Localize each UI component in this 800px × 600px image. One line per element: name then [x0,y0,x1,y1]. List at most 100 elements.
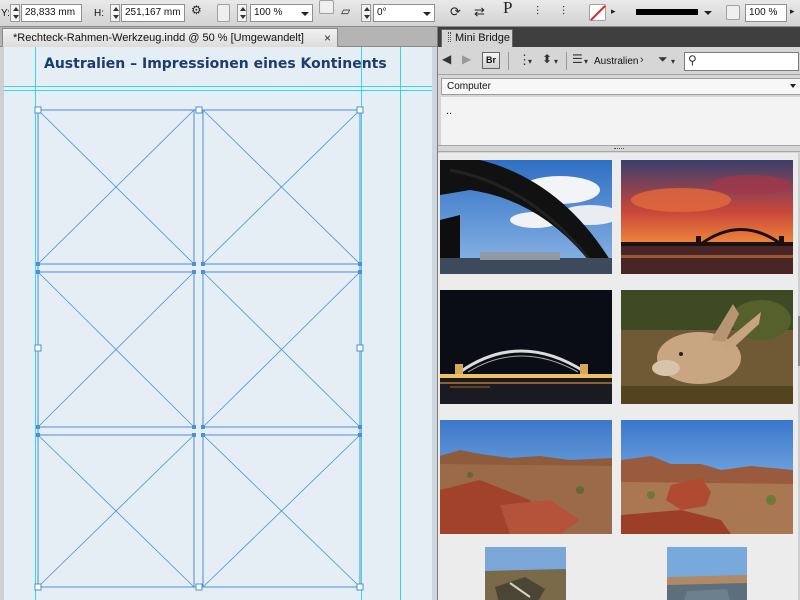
back-arrow-icon[interactable]: ◀ [442,52,451,70]
frame-corner-point [36,262,40,266]
chevron-down-icon[interactable]: ▾ [554,57,558,75]
h-label: H: [94,8,104,19]
selection-handle[interactable] [34,583,42,591]
scale-x-dropdown[interactable]: 100 % [250,4,313,22]
rotate-icon[interactable]: ⟳ [450,4,461,20]
panel-tab-label: Mini Bridge [455,32,511,44]
angle-dropdown[interactable]: 0° [373,4,435,22]
thumbnail-outback-portrait-2[interactable] [667,547,747,600]
frame-corner-point [36,433,40,437]
stroke-arrow-icon[interactable]: ▸ [611,6,616,17]
y-spinner[interactable] [10,4,20,22]
angle-value: 0° [377,7,387,18]
stroke-weight-swatch[interactable] [636,9,698,15]
document-area: *Rechteck-Rahmen-Werkzeug.indd @ 50 % [U… [0,27,437,600]
path-breadcrumb[interactable]: Australien [594,56,638,67]
opacity-dropdown[interactable]: 100 % [745,4,787,22]
document-tabbar: *Rechteck-Rahmen-Werkzeug.indd @ 50 % [U… [0,27,437,47]
opacity-icon[interactable] [726,5,740,20]
selection-handle[interactable] [356,344,364,352]
paragraph-letter[interactable]: P [503,0,512,18]
selection-bounding-box[interactable] [37,109,361,588]
selection-handle[interactable] [34,106,42,114]
parent-folder-item[interactable]: .. [446,105,452,117]
chevron-down-icon [790,84,796,88]
thumbnail-sydney-harbour-bridge-day[interactable] [440,160,612,274]
frame-corner-point [201,270,205,274]
frame-corner-point [358,425,362,429]
h-spinner[interactable] [110,4,120,22]
graphic-frame-placeholder[interactable] [37,434,195,588]
reference-point-icon[interactable] [217,4,230,22]
constrain-proportions-icon[interactable]: ⚙ [191,3,202,17]
graphic-frame-placeholder[interactable] [37,271,195,428]
graphic-frame-placeholder[interactable] [202,434,361,588]
search-input[interactable]: ⚲ [684,52,799,71]
path-list-icon[interactable]: ☰ [572,52,583,70]
selection-handle[interactable] [195,106,203,114]
frame-corner-point [358,262,362,266]
selection-handle[interactable] [356,583,364,591]
selection-handle[interactable] [34,344,42,352]
scale-x-value: 100 % [254,7,283,18]
thumbnail-outback-rocks-1[interactable] [440,420,612,534]
chevron-down-icon [301,12,309,16]
folder-list: .. [441,97,800,145]
toolbar-separator [566,52,567,70]
document-tab[interactable]: *Rechteck-Rahmen-Werkzeug.indd @ 50 % [U… [2,28,338,47]
thumbnail-grid [438,153,798,600]
document-tab-title: *Rechteck-Rahmen-Werkzeug.indd @ 50 % [U… [13,32,304,44]
toolbar-separator [508,52,509,70]
thumbnail-outback-rocks-2[interactable] [621,420,793,534]
selection-handle[interactable] [195,583,203,591]
location-dropdown[interactable]: Computer [441,78,800,95]
control-bar: Y: 28,833 mm H: 251,167 mm ⚙ 100 % ⏥ 0° … [0,0,800,27]
chevron-down-icon[interactable]: ▾ [584,57,588,75]
h-field[interactable]: 251,167 mm [121,4,185,22]
panel-tabbar: Mini Bridge [438,27,800,47]
thumbnail-outback-portrait-1[interactable] [485,547,566,600]
thumbnail-kangaroo[interactable] [621,290,793,404]
opacity-value: 100 % [749,7,778,18]
frame-corner-point [36,425,40,429]
link-icon[interactable] [319,0,334,14]
filter-icon[interactable]: ⏷ [658,52,668,70]
fill-none-icon[interactable] [589,4,606,21]
frame-corner-point [36,270,40,274]
thumbnail-sydney-harbour-bridge-night[interactable] [440,290,612,404]
frame-corner-point [192,425,196,429]
mini-bridge-panel: Mini Bridge ◀ ▶ Br ⋮ ▾ ⬍ ▾ ☰ ▾ Australie… [437,27,800,600]
y-label: Y: [1,8,10,19]
grip-icon [448,32,451,42]
panel-splitter[interactable] [438,145,800,152]
frame-corner-point [201,425,205,429]
align-icon[interactable]: ⫶ [536,4,539,19]
shear-icon[interactable]: ⏥ [341,4,350,18]
angle-spinner[interactable] [361,4,371,22]
document-page[interactable]: Australien – Impressionen eines Kontinen… [4,47,437,600]
forward-arrow-icon[interactable]: ▶ [462,52,471,70]
thumbnail-sydney-harbour-bridge-sunset[interactable] [621,160,793,274]
distribute-icon[interactable]: ⫶ [562,4,565,19]
flip-icon[interactable]: ⇄ [474,4,485,20]
layout-canvas[interactable]: Australien – Impressionen eines Kontinen… [0,47,437,600]
graphic-frame-placeholder[interactable] [202,271,361,428]
chevron-down-icon[interactable] [704,11,712,15]
go-to-bridge-button[interactable]: Br [482,52,500,69]
frame-corner-point [358,433,362,437]
frame-corner-point [192,270,196,274]
sort-icon[interactable]: ⬍ [542,52,552,70]
tab-mini-bridge[interactable]: Mini Bridge [441,29,513,47]
chevron-down-icon[interactable]: ▾ [671,57,675,75]
chevron-down-icon[interactable]: ▾ [528,57,532,75]
graphic-frame-placeholder[interactable] [202,109,361,265]
graphic-frame-placeholder[interactable] [37,109,195,265]
close-icon[interactable]: × [324,31,331,45]
y-field[interactable]: 28,833 mm [21,4,82,22]
chevron-down-icon [423,12,431,16]
frame-corner-point [192,262,196,266]
selection-handle[interactable] [356,106,364,114]
chevron-right-icon[interactable]: › [640,54,644,72]
chevron-right-icon[interactable]: ▸ [790,6,795,17]
scale-x-spinner[interactable] [237,4,247,22]
